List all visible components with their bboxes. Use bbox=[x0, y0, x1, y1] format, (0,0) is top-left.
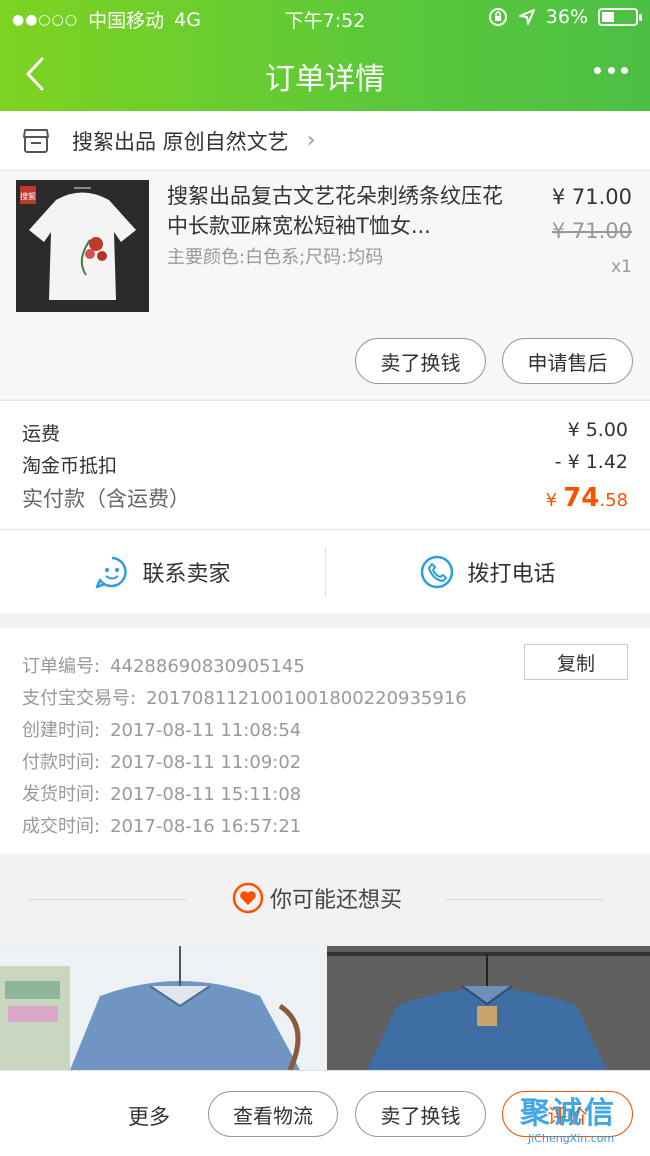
order-info-label: 订单编号: bbox=[22, 656, 101, 677]
payment-time-row: 付款时间: 2017-08-11 11:09:02 bbox=[22, 748, 301, 774]
thumbnail-stamp: 搜絮 bbox=[20, 191, 36, 201]
product-image: 搜絮 bbox=[16, 180, 149, 312]
after-sale-button[interactable]: 申请售后 bbox=[502, 338, 633, 384]
order-info: 订单编号: 44288690830905145 复制 支付宝交易号: 2017081… bbox=[0, 628, 650, 854]
location-arrow-icon bbox=[518, 9, 535, 25]
paid-amount: ¥ 74.58 bbox=[546, 483, 628, 513]
coin-discount-row: 淘金币抵扣 - ¥ 1.42 bbox=[22, 451, 628, 478]
contact-bar: 联系卖家 拨打电话 bbox=[0, 529, 650, 613]
shop-icon bbox=[23, 128, 49, 153]
recommend-title: 你可能还想买 bbox=[232, 882, 402, 914]
paid-row: 实付款（含运费） ¥ 74.58 bbox=[22, 483, 628, 513]
recommended-product-2[interactable] bbox=[327, 946, 650, 1070]
product-title: 搜絮出品复古文艺花朵刺绣条纹压花中长款亚麻宽松短袖T恤女... bbox=[167, 184, 503, 238]
paid-integer: 74 bbox=[563, 483, 600, 513]
resell-button-bottom[interactable]: 卖了换钱 bbox=[355, 1091, 486, 1137]
call-phone-button[interactable]: 拨打电话 bbox=[325, 530, 650, 614]
shipping-value: ¥ 5.00 bbox=[567, 419, 628, 441]
divider-line bbox=[28, 899, 186, 900]
watermark-url: JiChengXin.com bbox=[528, 1132, 615, 1145]
order-info-label: 付款时间: bbox=[22, 752, 101, 773]
view-logistics-button[interactable]: 查看物流 bbox=[208, 1091, 338, 1137]
coin-discount-value: - ¥ 1.42 bbox=[554, 451, 628, 473]
heart-icon bbox=[232, 882, 264, 914]
paid-decimal: .58 bbox=[599, 490, 628, 511]
order-number-row: 订单编号: 44288690830905145 bbox=[22, 652, 305, 678]
contact-seller-label: 联系卖家 bbox=[142, 562, 231, 587]
product-spec: 主要颜色:白色系;尺码:均码 bbox=[167, 247, 384, 268]
battery-icon bbox=[598, 8, 642, 26]
divider-line bbox=[446, 899, 604, 900]
paid-currency: ¥ bbox=[545, 490, 558, 511]
more-button[interactable]: 更多 bbox=[128, 1101, 170, 1131]
created-time-row: 创建时间: 2017-08-11 11:08:54 bbox=[22, 716, 301, 742]
completed-time-value: 2017-08-16 16:57:21 bbox=[110, 816, 302, 837]
order-info-label: 成交时间: bbox=[22, 816, 101, 837]
order-info-label: 支付宝交易号: bbox=[22, 688, 137, 709]
battery-level-fill bbox=[602, 12, 614, 22]
page-title: 订单详情 bbox=[265, 62, 385, 97]
order-number-value: 44288690830905145 bbox=[110, 656, 305, 677]
status-bar: ●●○○○ 中国移动 4G 下午7:52 36% bbox=[0, 0, 650, 38]
fee-summary: 运费 ¥ 5.00 淘金币抵扣 - ¥ 1.42 实付款（含运费） ¥ 74.5… bbox=[0, 400, 650, 528]
shipping-label: 运费 bbox=[22, 423, 61, 445]
completed-time-row: 成交时间: 2017-08-16 16:57:21 bbox=[22, 812, 301, 838]
nav-bar: 订单详情 bbox=[0, 38, 650, 111]
created-time-value: 2017-08-11 11:08:54 bbox=[110, 720, 302, 741]
product-item[interactable]: 搜絮 搜絮出品复古文艺花朵刺绣条纹压花中长款亚麻宽松短袖T恤女... 主要颜色:… bbox=[0, 171, 650, 399]
phone-icon bbox=[421, 555, 454, 589]
product-thumbnail[interactable]: 搜絮 bbox=[16, 180, 149, 312]
contact-seller-button[interactable]: 联系卖家 bbox=[0, 530, 325, 614]
product-price: ¥ 71.00 bbox=[551, 185, 632, 209]
resell-button[interactable]: 卖了换钱 bbox=[355, 338, 486, 384]
recommend-title-text: 你可能还想买 bbox=[270, 888, 403, 913]
order-info-label: 创建时间: bbox=[22, 720, 101, 741]
shipped-time-row: 发货时间: 2017-08-11 15:11:08 bbox=[22, 780, 301, 806]
shop-row[interactable]: 搜絮出品 原创自然文艺 › bbox=[0, 111, 650, 171]
shop-name: 搜絮出品 原创自然文艺 bbox=[72, 129, 289, 154]
chevron-right-icon: › bbox=[306, 128, 316, 153]
copy-order-number-button[interactable]: 复制 bbox=[524, 644, 628, 680]
shipping-row: 运费 ¥ 5.00 bbox=[22, 419, 628, 446]
chat-face-icon bbox=[96, 556, 128, 589]
app-header: ●●○○○ 中国移动 4G 下午7:52 36% 订单详情 bbox=[0, 0, 650, 111]
call-phone-label: 拨打电话 bbox=[467, 562, 556, 587]
paid-label: 实付款（含运费） bbox=[22, 487, 190, 511]
recommended-product-image bbox=[0, 946, 325, 1070]
recommend-header: 你可能还想买 bbox=[0, 854, 650, 946]
product-original-price: ¥ 71.00 bbox=[551, 219, 632, 243]
rotation-lock-icon bbox=[488, 8, 507, 26]
shipped-time-value: 2017-08-11 15:11:08 bbox=[110, 784, 302, 805]
site-watermark-logo: 聚诚信 JiChengXin.com bbox=[520, 1080, 650, 1156]
payment-time-value: 2017-08-11 11:09:02 bbox=[110, 752, 302, 773]
more-options-icon[interactable] bbox=[594, 64, 628, 76]
order-info-label: 发货时间: bbox=[22, 784, 101, 805]
recommended-product-image bbox=[327, 946, 650, 1070]
coin-discount-label: 淘金币抵扣 bbox=[22, 455, 118, 477]
alipay-trade-value: 2017081121001001800220935916 bbox=[146, 688, 467, 709]
product-quantity: x1 bbox=[611, 257, 632, 277]
alipay-trade-row: 支付宝交易号: 2017081121001001800220935916 bbox=[22, 684, 467, 710]
battery-percent: 36% bbox=[545, 6, 588, 28]
watermark-text: 聚诚信 bbox=[520, 1096, 616, 1131]
recommended-product-1[interactable] bbox=[0, 946, 325, 1070]
